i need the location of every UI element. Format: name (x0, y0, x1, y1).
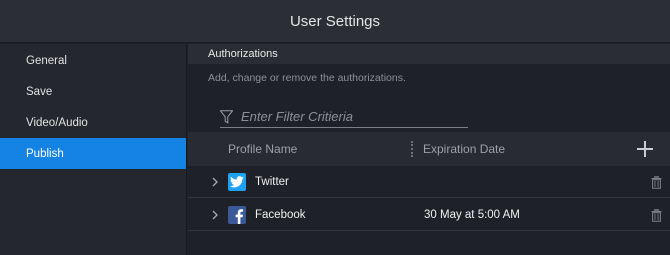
chevron-right-icon[interactable] (210, 210, 220, 220)
facebook-icon (228, 206, 246, 224)
add-authorization-button[interactable] (636, 140, 654, 158)
filter-field[interactable] (220, 106, 468, 128)
window-title: User Settings (289, 12, 381, 30)
column-header-expiration-date[interactable]: Expiration Date (423, 142, 505, 156)
settings-sidebar: General Save Video/Audio Publish (0, 44, 187, 255)
twitter-icon (228, 173, 246, 191)
sidebar-item-publish[interactable]: Publish (0, 138, 186, 169)
authorizations-panel: Authorizations Add, change or remove the… (188, 44, 670, 255)
chevron-right-icon[interactable] (210, 177, 220, 187)
trash-icon[interactable] (651, 176, 662, 189)
sidebar-item-label: Video/Audio (26, 116, 88, 129)
table-row[interactable]: Facebook 30 May at 5:00 AM (188, 199, 670, 231)
expiration-date: 30 May at 5:00 AM (424, 208, 520, 221)
trash-icon[interactable] (651, 209, 662, 222)
section-title: Authorizations (208, 48, 278, 60)
sidebar-item-label: Publish (26, 147, 64, 160)
sidebar-item-video-audio[interactable]: Video/Audio (0, 107, 186, 138)
filter-input[interactable] (241, 109, 456, 124)
section-description: Add, change or remove the authorizations… (208, 72, 406, 84)
sidebar-item-label: Save (26, 85, 53, 98)
section-header: Authorizations (188, 44, 670, 64)
profile-name: Facebook (255, 208, 306, 221)
sidebar-item-save[interactable]: Save (0, 76, 186, 107)
filter-icon (220, 109, 233, 124)
title-bar: User Settings (0, 0, 670, 43)
sidebar-item-general[interactable]: General (0, 45, 186, 76)
column-header-profile-name[interactable]: Profile Name (228, 142, 297, 156)
profile-name: Twitter (255, 175, 289, 188)
table-row[interactable]: Twitter (188, 166, 670, 198)
table-header: Profile Name Expiration Date (188, 132, 670, 166)
column-resize-handle[interactable] (411, 141, 413, 157)
sidebar-item-label: General (26, 54, 67, 67)
